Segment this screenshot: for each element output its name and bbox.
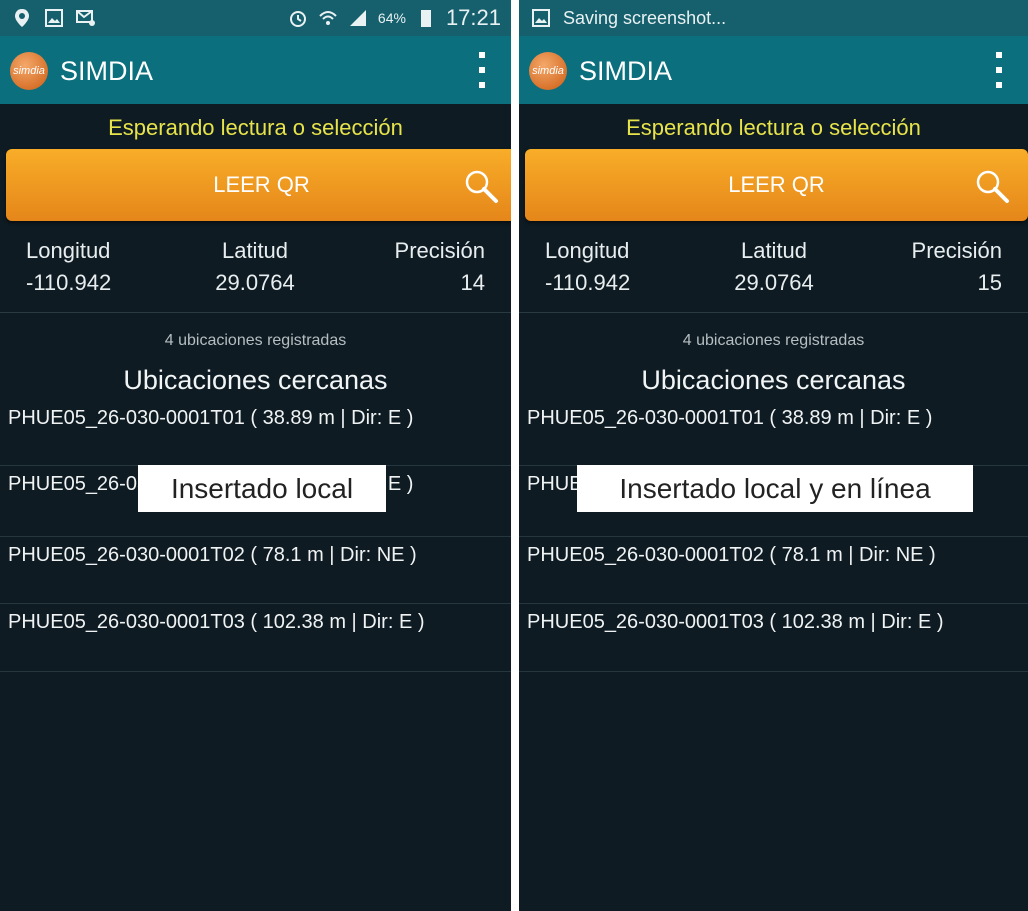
overflow-menu-icon[interactable] [992, 52, 1006, 88]
section-title: Ubicaciones cercanas [641, 365, 906, 395]
toast-message: Insertado local y en línea [577, 465, 973, 512]
clock: 17:21 [445, 5, 501, 30]
read-qr-label: LEER QR [213, 172, 310, 197]
app-logo: simdia [10, 52, 48, 90]
longitude: Longitud -110.942 [26, 236, 146, 300]
app-title: SIMDIA [60, 56, 154, 86]
app-title: SIMDIA [579, 56, 673, 86]
locations-count: 4 ubicaciones registradas [164, 332, 347, 349]
precision-value: 15 [977, 270, 1002, 295]
latitude-label: Latitud [740, 238, 808, 263]
precision-label: Precisión [394, 238, 485, 263]
read-qr-label: LEER QR [728, 172, 825, 197]
read-qr-button[interactable]: LEER QR [6, 149, 511, 221]
longitude-label: Longitud [545, 238, 630, 263]
latitude-value: 29.0764 [215, 270, 295, 295]
status-bar: Saving screenshot... [519, 0, 1028, 36]
list-item[interactable]: PHUE05_26-030-0001T02 ( 78.1 m | Dir: NE… [519, 537, 1028, 604]
status-bar: 64% 17:21 [0, 0, 511, 36]
list-item[interactable]: PHUE05_26-030-0001T02 ( 78.1 m | Dir: NE… [0, 537, 511, 604]
longitude-value: -110.942 [545, 270, 631, 295]
precision-label: Precisión [911, 238, 1002, 263]
overflow-menu-icon[interactable] [475, 52, 489, 88]
status-message: Esperando lectura o selección [108, 115, 403, 140]
list-item[interactable]: PHUE05_26-030-0001T01 ( 38.89 m | Dir: E… [0, 400, 511, 466]
coordinates-panel: Longitud -110.942 Latitud 29.0764 Precis… [0, 236, 511, 306]
latitude: Latitud 29.0764 [205, 236, 305, 300]
gallery-icon [532, 9, 550, 27]
battery-percentage: 64% [377, 10, 406, 26]
notification-text: Saving screenshot... [563, 8, 727, 28]
longitude-value: -110.942 [26, 270, 112, 295]
app-bar: simdia SIMDIA [519, 36, 1028, 104]
longitude: Longitud -110.942 [545, 236, 665, 300]
wifi-icon [319, 11, 337, 25]
divider [519, 312, 1028, 313]
app-logo: simdia [529, 52, 567, 90]
app-bar: simdia SIMDIA [0, 36, 511, 104]
list-item[interactable]: PHUE05_26-030-0001T01 ( 38.89 m | Dir: E… [519, 400, 1028, 466]
section-title: Ubicaciones cercanas [123, 365, 388, 395]
status-message: Esperando lectura o selección [626, 115, 921, 140]
coordinates-panel: Longitud -110.942 Latitud 29.0764 Precis… [519, 236, 1028, 306]
longitude-label: Longitud [26, 238, 111, 263]
list-item[interactable]: PHUE05_26-030-0001T03 ( 102.38 m | Dir: … [519, 604, 1028, 672]
search-icon [465, 170, 498, 203]
latitude-label: Latitud [221, 238, 289, 263]
message-icon [76, 10, 95, 26]
read-qr-button[interactable]: LEER QR [525, 149, 1028, 221]
precision: Precisión 15 [882, 236, 1002, 300]
location-icon [15, 9, 29, 27]
precision-value: 14 [460, 270, 485, 295]
latitude-value: 29.0764 [734, 270, 814, 295]
phone-screen-right: Saving screenshot... simdia SIMDIA Esper… [519, 0, 1028, 911]
alarm-icon [289, 11, 306, 27]
gallery-icon [45, 9, 63, 27]
latitude: Latitud 29.0764 [724, 236, 824, 300]
battery-icon [420, 10, 431, 27]
list-item[interactable]: PHUE05_26-030-0001T03 ( 102.38 m | Dir: … [0, 604, 511, 672]
divider [0, 312, 511, 313]
search-icon [976, 170, 1009, 203]
toast-message: Insertado local [138, 465, 386, 512]
signal-icon [349, 10, 366, 26]
locations-count: 4 ubicaciones registradas [682, 332, 865, 349]
phone-screen-left: 64% 17:21 simdia SIMDIA Esperando lectur… [0, 0, 511, 911]
precision: Precisión 14 [365, 236, 485, 300]
